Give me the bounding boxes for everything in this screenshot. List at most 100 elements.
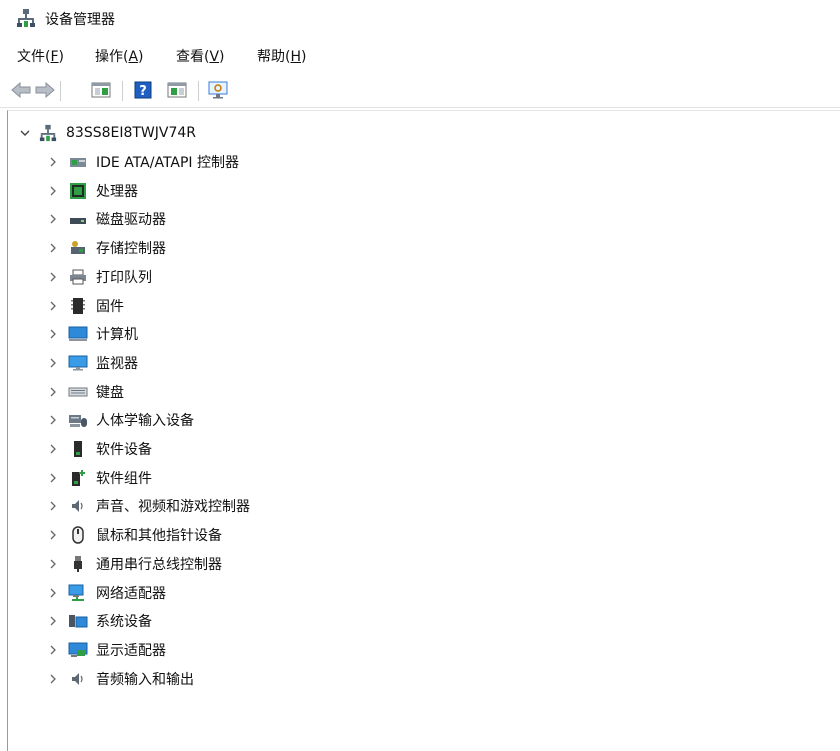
tree-item-label: 监视器 [96,355,138,372]
scan-hardware-button[interactable] [207,79,229,101]
tree-item-label: 软件组件 [96,470,152,487]
toolbar: ? [0,75,840,108]
software-component-icon [68,468,88,488]
computer-monitor-icon [68,324,88,344]
tree-item-network-adapters[interactable]: 网络适配器 [46,581,166,605]
tree-item-computer[interactable]: 计算机 [46,322,138,346]
tree-item-software-components[interactable]: 软件组件 [46,466,152,490]
menu-action-label: 操作( [95,49,129,65]
properties-button[interactable] [166,79,188,101]
forward-button[interactable] [34,79,56,101]
tree-item-label: 处理器 [96,183,138,200]
menu-help-end: ) [301,49,307,65]
tree-item-label: 音频输入和输出 [96,671,194,688]
monitor-icon [68,353,88,373]
back-button[interactable] [10,79,32,101]
device-tree: 83SS8EI8TWJV74R IDE ATA/ATAPI 控制器 处理器 磁盘… [7,110,840,751]
tree-item-system-devices[interactable]: 系统设备 [46,609,152,633]
window-title: 设备管理器 [45,12,115,28]
menu-action-key: A [128,49,139,65]
tree-item-print-queues[interactable]: 打印队列 [46,265,152,289]
tree-item-mice[interactable]: 鼠标和其他指针设备 [46,523,222,547]
audio-speaker-icon [68,669,88,689]
usb-plug-icon [68,554,88,574]
menu-file-label: 文件( [17,49,51,65]
disk-drive-icon [68,209,88,229]
toolbar-separator [122,81,123,101]
printer-icon [68,267,88,287]
device-manager-icon [16,8,36,28]
tree-item-label: 网络适配器 [96,585,166,602]
tree-item-label: 人体学输入设备 [96,413,194,430]
expand-chevron-icon[interactable] [46,672,60,686]
tree-item-label: 声音、视频和游戏控制器 [96,499,250,516]
menu-file[interactable]: 文件(F) [17,46,64,66]
tree-item-sound-controllers[interactable]: 声音、视频和游戏控制器 [46,494,250,518]
tree-item-label: 存储控制器 [96,241,166,258]
tree-root[interactable]: 83SS8EI8TWJV74R [18,121,196,145]
tree-item-label: IDE ATA/ATAPI 控制器 [96,155,240,171]
collapse-chevron-icon[interactable] [18,126,32,140]
keyboard-icon [68,382,88,402]
tree-item-hid[interactable]: 人体学输入设备 [46,408,194,432]
expand-chevron-icon[interactable] [46,586,60,600]
tree-item-software-devices[interactable]: 软件设备 [46,437,152,461]
menu-view-key: V [209,49,220,65]
tree-item-storage-controllers[interactable]: 存储控制器 [46,236,166,260]
show-hide-console-tree-button[interactable] [90,79,112,101]
speaker-icon [68,496,88,516]
menu-action[interactable]: 操作(A) [95,46,144,66]
expand-chevron-icon[interactable] [46,528,60,542]
computer-network-icon [38,123,58,143]
mouse-icon [68,525,88,545]
tree-item-label: 显示适配器 [96,642,166,659]
tree-item-usb-controllers[interactable]: 通用串行总线控制器 [46,552,222,576]
ide-controller-icon [68,152,88,172]
tree-item-keyboards[interactable]: 键盘 [46,380,124,404]
expand-chevron-icon[interactable] [46,356,60,370]
menu-file-end: ) [58,49,64,65]
expand-chevron-icon[interactable] [46,499,60,513]
tree-item-disk-drives[interactable]: 磁盘驱动器 [46,207,166,231]
expand-chevron-icon[interactable] [46,643,60,657]
expand-chevron-icon[interactable] [46,299,60,313]
tree-item-label: 系统设备 [96,614,152,631]
expand-chevron-icon[interactable] [46,385,60,399]
expand-chevron-icon[interactable] [46,184,60,198]
tree-item-label: 键盘 [96,384,124,401]
human-interface-device-icon [68,410,88,430]
help-button[interactable]: ? [132,79,154,101]
tree-item-label: 磁盘驱动器 [96,212,166,229]
network-adapter-icon [68,583,88,603]
menu-view-end: ) [219,49,225,65]
expand-chevron-icon[interactable] [46,155,60,169]
storage-controller-icon [68,238,88,258]
tree-item-audio-io[interactable]: 音频输入和输出 [46,667,194,691]
software-device-icon [68,439,88,459]
menu-bar: 文件(F) 操作(A) 查看(V) 帮助(H) [0,42,840,68]
expand-chevron-icon[interactable] [46,413,60,427]
firmware-chip-icon [68,296,88,316]
tree-item-firmware[interactable]: 固件 [46,294,124,318]
menu-help[interactable]: 帮助(H) [257,46,306,66]
expand-chevron-icon[interactable] [46,442,60,456]
expand-chevron-icon[interactable] [46,212,60,226]
expand-chevron-icon[interactable] [46,471,60,485]
tree-item-display-adapters[interactable]: 显示适配器 [46,638,166,662]
tree-item-ide-controller[interactable]: IDE ATA/ATAPI 控制器 [46,150,239,174]
tree-item-label: 通用串行总线控制器 [96,556,222,573]
properties-icon [167,82,187,98]
menu-view[interactable]: 查看(V) [176,46,225,66]
expand-chevron-icon[interactable] [46,270,60,284]
expand-chevron-icon[interactable] [46,557,60,571]
expand-chevron-icon[interactable] [46,327,60,341]
expand-chevron-icon[interactable] [46,241,60,255]
menu-action-end: ) [138,49,144,65]
tree-item-processor[interactable]: 处理器 [46,179,138,203]
tree-item-label: 固件 [96,298,124,315]
tree-item-label: 软件设备 [96,442,152,458]
tree-item-monitors[interactable]: 监视器 [46,351,138,375]
title-bar: 设备管理器 [0,0,840,36]
menu-help-label: 帮助( [257,49,291,65]
expand-chevron-icon[interactable] [46,614,60,628]
